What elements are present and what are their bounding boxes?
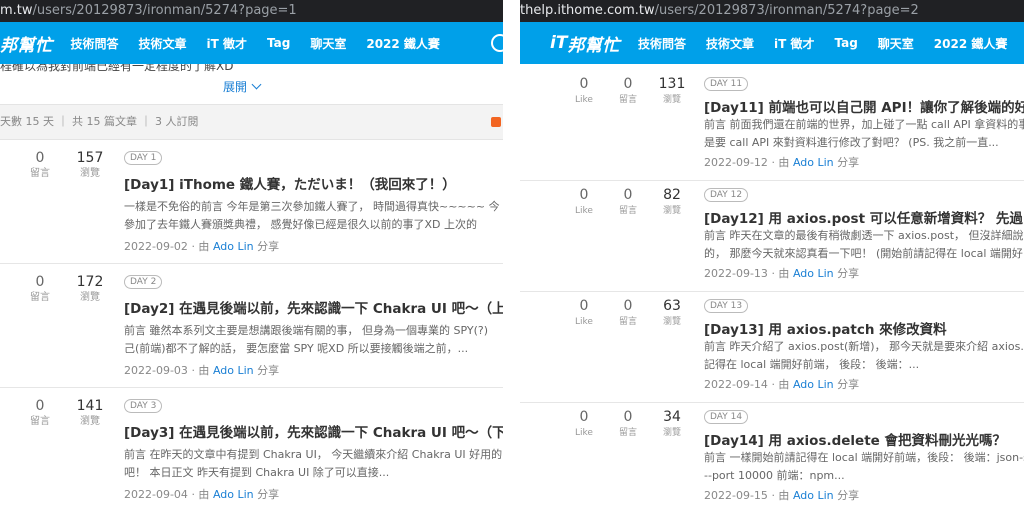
address-bar[interactable]: thelp.ithome.com.tw/users/20129873/ironm… <box>520 0 1024 22</box>
day-badge: DAY 3 <box>124 399 163 413</box>
article-item: 0 Like 0 留言 82 瀏覽 DAY 12 [Day12] 用 axios.po… <box>520 181 1024 292</box>
url-host: m.tw <box>0 3 33 18</box>
author-link[interactable]: Ado Lin <box>213 364 254 377</box>
view-count: 172 瀏覽 <box>76 274 104 303</box>
right-window: thelp.ithome.com.tw/users/20129873/ironm… <box>520 0 1024 510</box>
article-excerpt: 前言 一樣開始前請記得在 local 端開好前端，後段： 後端：json-ser… <box>704 451 1024 482</box>
view-count: 131 瀏覽 <box>658 76 686 105</box>
article-meta: 2022-09-14 · 由 Ado Lin 分享 <box>704 378 860 391</box>
nav-item-ironman[interactable]: 2022 鐵人賽 <box>366 35 440 52</box>
author-link[interactable]: Ado Lin <box>793 156 834 169</box>
article-excerpt: 一樣是不免俗的前言 今年是第三次參加鐵人賽了， 時間過得真快~~~~~ 今參加了… <box>124 200 500 231</box>
expand-button[interactable]: 展開 <box>0 74 503 104</box>
view-count: 157 瀏覽 <box>76 150 104 179</box>
site-logo[interactable]: 邦幫忙 <box>0 31 53 56</box>
article-excerpt: 前言 昨天在文章的最後有稍微劇透一下 axios.post， 但沒詳細說明丟 的，… <box>704 229 1024 260</box>
day-badge: DAY 13 <box>704 299 749 313</box>
author-link[interactable]: Ado Lin <box>213 240 254 253</box>
nav-item-tag[interactable]: Tag <box>834 36 857 50</box>
article-meta: 2022-09-03 · 由 Ado Lin 分享 <box>124 364 280 377</box>
article-meta: 2022-09-12 · 由 Ado Lin 分享 <box>704 156 860 169</box>
day-badge: DAY 1 <box>124 151 163 165</box>
article-title[interactable]: [Day1] iThome 鐵人賽，ただいま！（我回來了！） <box>124 173 456 193</box>
like-count[interactable]: 0 Like <box>564 298 604 330</box>
like-count[interactable]: 0 Like <box>564 76 604 108</box>
url-path: /users/20129873/ironman/5274?page=1 <box>32 3 297 18</box>
rss-icon[interactable] <box>491 117 501 127</box>
url-path: /users/20129873/ironman/5274?page=2 <box>654 3 919 18</box>
like-count[interactable]: 0 Like <box>564 409 604 441</box>
author-link[interactable]: Ado Lin <box>793 267 834 280</box>
day-badge: DAY 2 <box>124 275 163 289</box>
nav-item-articles[interactable]: 技術文章 <box>706 35 754 52</box>
article-excerpt: 前言 昨天介紹了 axios.post(新增)， 那今天就是要來介紹 axios… <box>704 340 1024 371</box>
site-logo[interactable]: 邦幫忙 <box>567 31 620 56</box>
author-link[interactable]: Ado Lin <box>793 489 834 502</box>
reply-count: 0 留言 <box>30 274 50 303</box>
article-title[interactable]: [Day2] 在遇見後端以前，先來認識一下 Chakra UI 吧～（上篇） <box>124 297 503 317</box>
article-item: 0 Like 0 留言 63 瀏覽 DAY 13 [Day13] 用 axios.pa… <box>520 292 1024 403</box>
nav-item-jobs[interactable]: iT 徵才 <box>774 35 814 52</box>
series-stats-bar: 天數 15 天 ｜ 共 15 篇文章 ｜ 3 人訂閱 <box>0 104 503 140</box>
day-badge: DAY 11 <box>704 77 749 91</box>
top-nav: iT 邦幫忙 技術問答 技術文章 iT 徵才 Tag 聊天室 2022 鐵人賽 <box>520 22 1024 64</box>
nav-item-qa[interactable]: 技術問答 <box>638 35 686 52</box>
article-meta: 2022-09-15 · 由 Ado Lin 分享 <box>704 489 860 502</box>
article-excerpt: 前言 在昨天的文章中有提到 Chakra UI， 今天繼續來介紹 Chakra … <box>124 448 503 479</box>
day-badge: DAY 14 <box>704 410 749 424</box>
reply-count: 0 留言 <box>618 409 637 438</box>
article-item: 0 留言 172 瀏覽 DAY 2 [Day2] 在遇見後端以前，先來認識一下 Ch… <box>0 264 503 388</box>
article-meta: 2022-09-13 · 由 Ado Lin 分享 <box>704 267 860 280</box>
reply-count: 0 留言 <box>618 298 637 327</box>
view-count: 34 瀏覽 <box>662 409 681 438</box>
nav-item-jobs[interactable]: iT 徵才 <box>207 35 247 52</box>
top-nav: 邦幫忙 技術問答 技術文章 iT 徵才 Tag 聊天室 2022 鐵人賽 <box>0 22 503 64</box>
url-host: thelp.ithome.com.tw <box>520 3 655 18</box>
reply-count: 0 留言 <box>618 76 637 105</box>
article-excerpt: 前言 前面我們還在前端的世界，加上碰了一點 call API 拿資料的事， 是要 … <box>704 118 1024 149</box>
nav-item-chat[interactable]: 聊天室 <box>310 35 346 52</box>
nav-item-articles[interactable]: 技術文章 <box>139 35 187 52</box>
series-stats-text: 天數 15 天 ｜ 共 15 篇文章 ｜ 3 人訂閱 <box>0 115 199 128</box>
nav-item-chat[interactable]: 聊天室 <box>878 35 914 52</box>
article-item: 0 留言 157 瀏覽 DAY 1 [Day1] iThome 鐵人賽，ただいま！（… <box>0 140 503 264</box>
article-meta: 2022-09-04 · 由 Ado Lin 分享 <box>124 488 280 501</box>
left-window: m.tw/users/20129873/ironman/5274?page=1 … <box>0 0 503 510</box>
it-logo-icon[interactable]: iT <box>550 33 567 53</box>
nav-item-ironman[interactable]: 2022 鐵人賽 <box>934 35 1008 52</box>
nav-item-qa[interactable]: 技術問答 <box>71 35 119 52</box>
article-title[interactable]: [Day13] 用 axios.patch 來修改資料 <box>704 318 947 338</box>
view-count: 63 瀏覽 <box>662 298 681 327</box>
view-count: 141 瀏覽 <box>76 398 104 427</box>
article-excerpt: 前言 雖然本系列文主要是想講跟後端有關的事， 但身為一個專業的 SPY(?) 己(… <box>124 324 489 355</box>
reply-count: 0 留言 <box>30 150 50 179</box>
nav-item-tag[interactable]: Tag <box>267 36 290 50</box>
view-count: 82 瀏覽 <box>662 187 681 216</box>
author-link[interactable]: Ado Lin <box>213 488 254 501</box>
author-link[interactable]: Ado Lin <box>793 378 834 391</box>
reply-count: 0 留言 <box>618 187 637 216</box>
article-meta: 2022-09-02 · 由 Ado Lin 分享 <box>124 240 280 253</box>
article-title[interactable]: [Day11] 前端也可以自己開 API！讓你了解後端的好幫手 - json-s… <box>704 96 1024 116</box>
article-item: 0 留言 141 瀏覽 DAY 3 [Day3] 在遇見後端以前，先來認識一下 Ch… <box>0 388 503 510</box>
expand-label: 展開 <box>222 80 247 94</box>
day-badge: DAY 12 <box>704 188 749 202</box>
window-gap <box>503 0 520 510</box>
article-title[interactable]: [Day14] 用 axios.delete 會把資料刪光光嗎？ <box>704 429 1006 449</box>
address-bar[interactable]: m.tw/users/20129873/ironman/5274?page=1 <box>0 0 503 22</box>
article-title[interactable]: [Day12] 用 axios.post 可以任意新增資料？ 先過 middle… <box>704 207 1024 227</box>
chevron-down-icon <box>251 79 262 90</box>
reply-count: 0 留言 <box>30 398 50 427</box>
article-item: 0 Like 0 留言 34 瀏覽 DAY 14 [Day14] 用 axios.de… <box>520 403 1024 510</box>
search-icon[interactable] <box>491 34 503 52</box>
like-count[interactable]: 0 Like <box>564 187 604 219</box>
article-title[interactable]: [Day3] 在遇見後端以前，先來認識一下 Chakra UI 吧～（下篇） <box>124 421 503 441</box>
article-item: 0 Like 0 留言 131 瀏覽 DAY 11 [Day11] 前端也可以自己開 … <box>520 70 1024 181</box>
